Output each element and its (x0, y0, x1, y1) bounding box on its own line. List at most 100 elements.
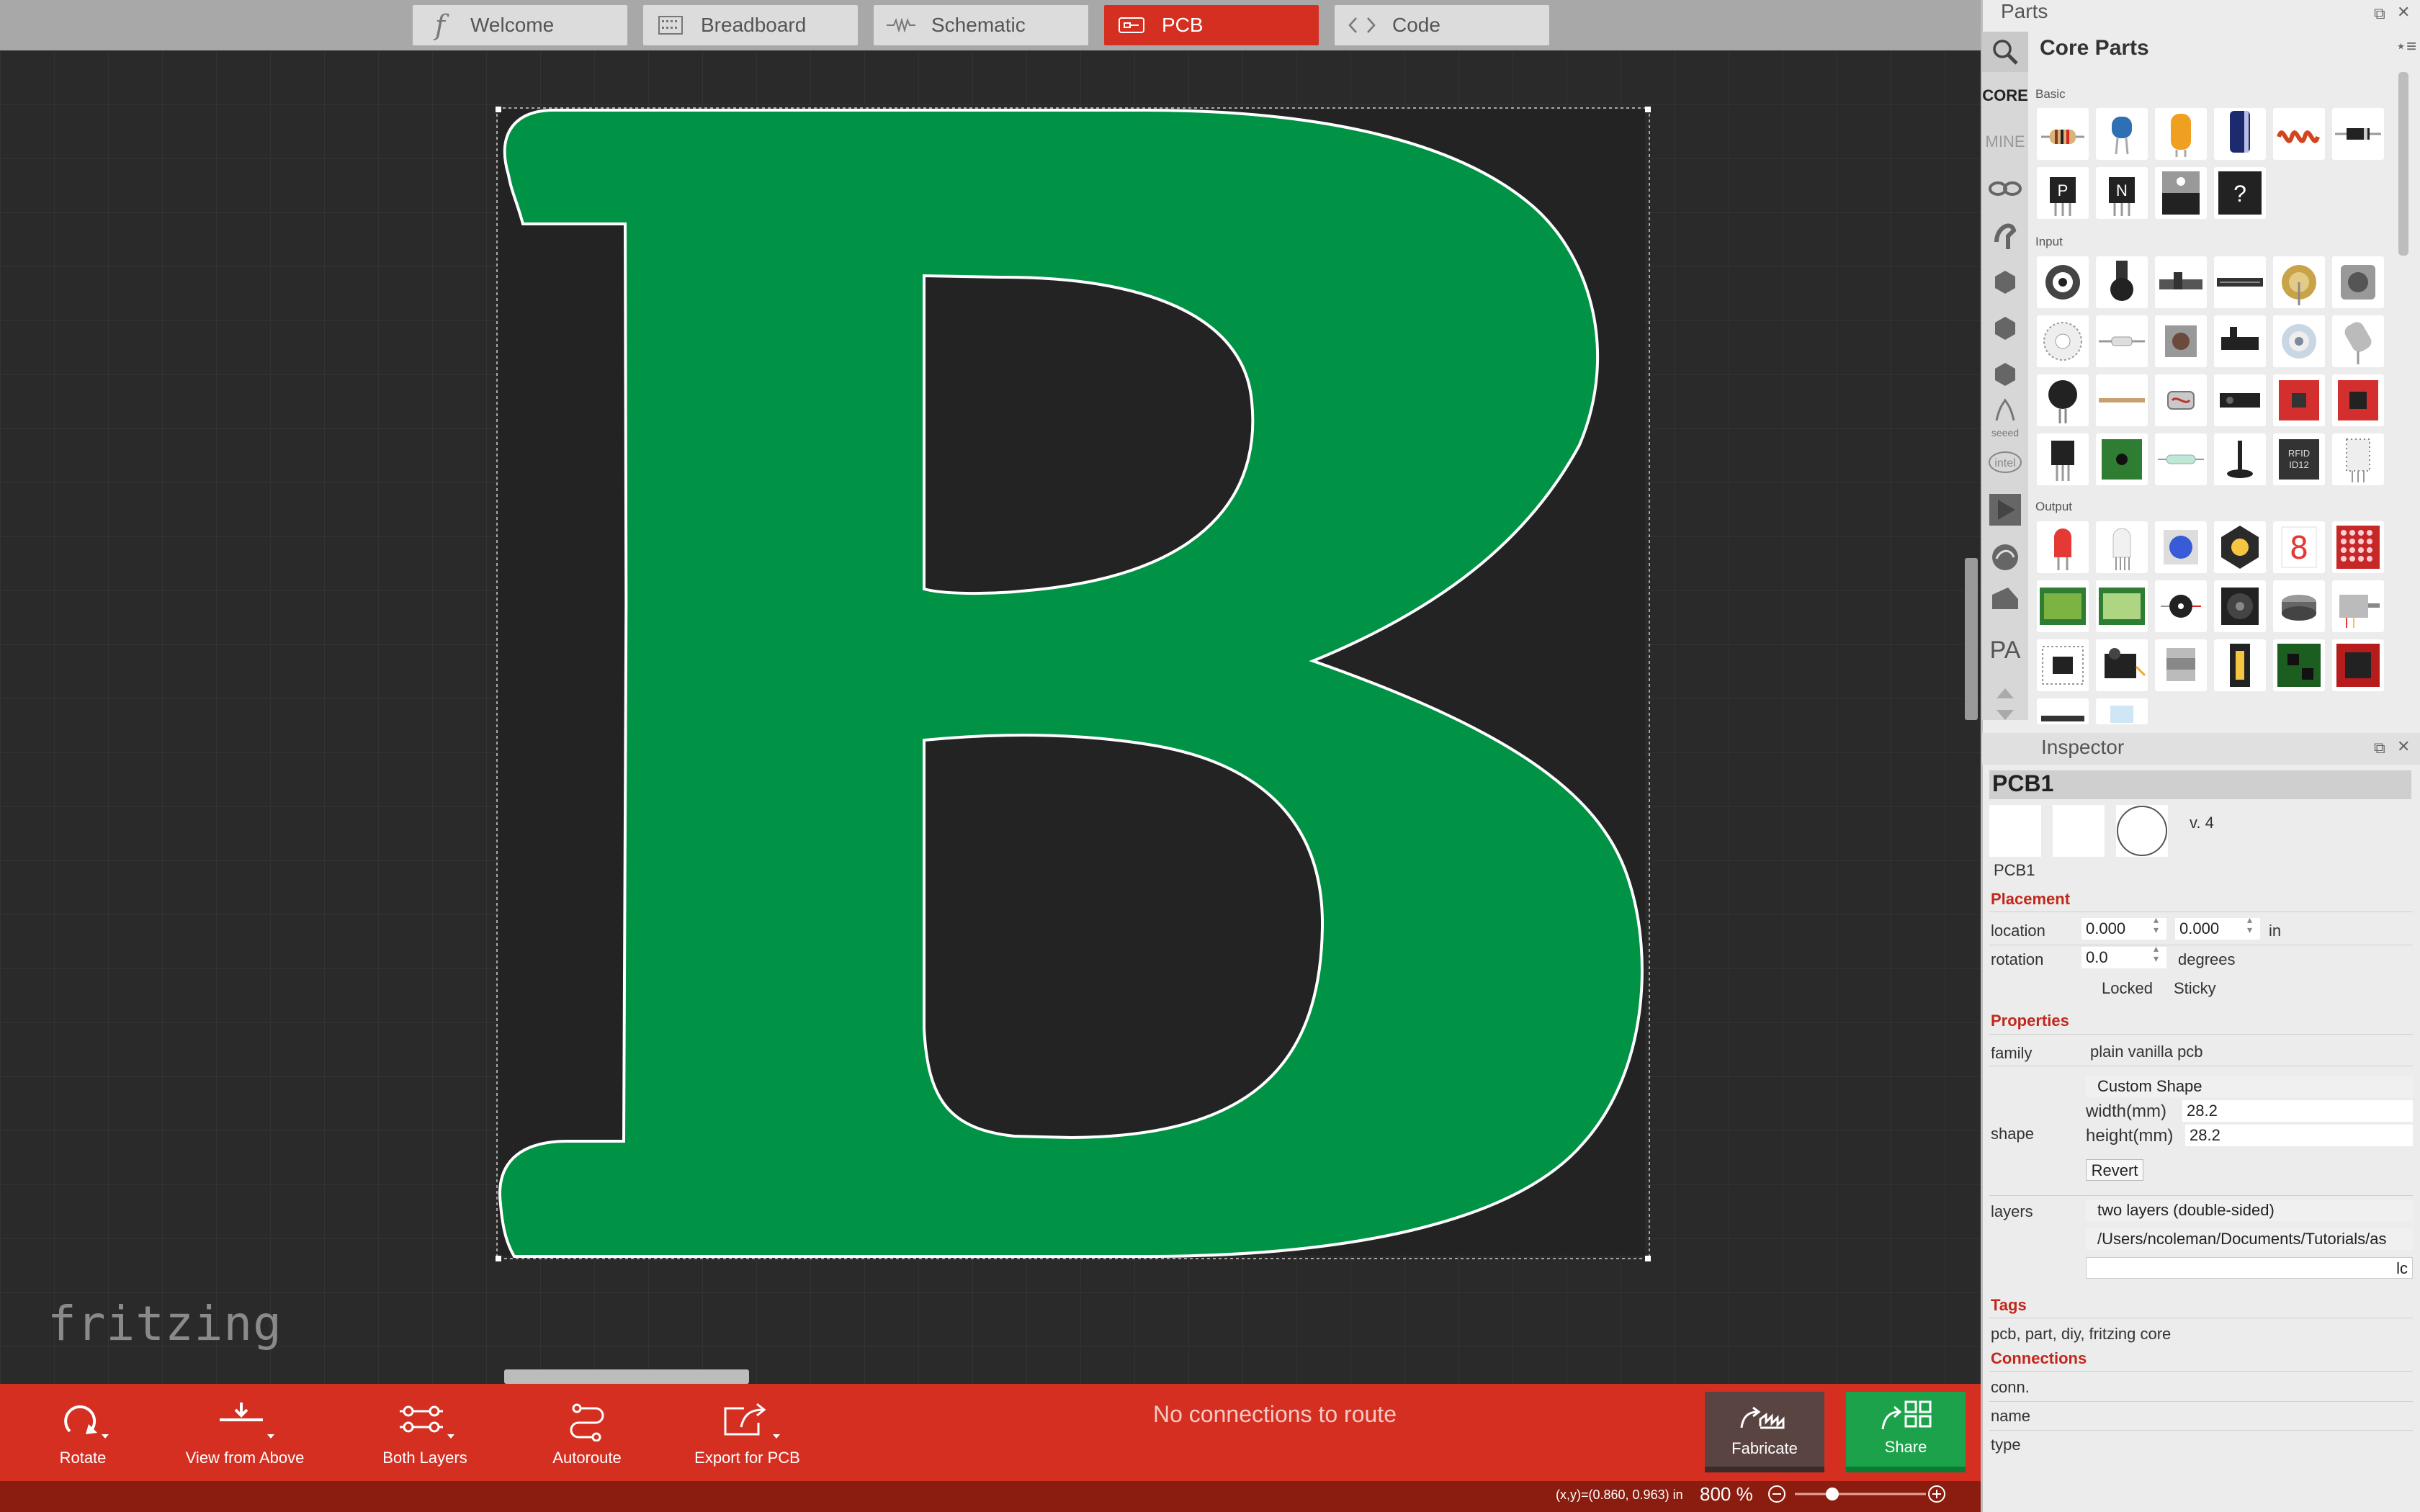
horizontal-scrollbar[interactable] (504, 1369, 749, 1384)
part-sensor-module-green[interactable] (2096, 433, 2148, 485)
part-rotary-potentiometer[interactable] (2037, 256, 2089, 308)
part-led-matrix[interactable] (2332, 521, 2384, 573)
tab-schematic[interactable]: Schematic (874, 5, 1088, 45)
bin-tab-core[interactable]: CORE (1982, 86, 2028, 105)
part-seven-segment[interactable]: 8 (2273, 521, 2325, 573)
selection-handle[interactable] (1645, 107, 1651, 112)
part-mystery-part[interactable]: ? (2214, 167, 2266, 219)
layers-select[interactable]: two layers (double-sided) (2086, 1200, 2413, 1221)
part-slide-potentiometer[interactable] (2155, 256, 2207, 308)
part-sensor-breakout-red[interactable] (2273, 374, 2325, 426)
rotate-button[interactable]: Rotate (29, 1384, 137, 1481)
part-photocell[interactable] (2155, 374, 2207, 426)
height-input[interactable]: 28.2 (2185, 1125, 2413, 1146)
selection-handle[interactable] (496, 107, 501, 112)
parts-scrollbar[interactable] (2398, 72, 2408, 256)
tab-pcb[interactable]: PCB (1104, 5, 1319, 45)
arduino-bin-icon[interactable] (1989, 181, 2022, 196)
load-image-field[interactable]: lc (2086, 1257, 2413, 1279)
selection-handle[interactable] (496, 1256, 501, 1261)
scroll-up-icon[interactable] (1996, 688, 2014, 698)
part-diode[interactable] (2332, 108, 2384, 160)
seeed-bin-icon[interactable]: seeed (1991, 398, 2019, 438)
part-power-transistor[interactable] (2155, 167, 2207, 219)
part-electrolytic-capacitor[interactable] (2214, 108, 2266, 160)
parts-search-button[interactable] (1982, 32, 2028, 72)
part-trimmer-potentiometer[interactable] (2096, 256, 2148, 308)
hex-bin-icon[interactable] (1995, 317, 2015, 340)
part-power-led[interactable] (2214, 521, 2266, 573)
part-rfid-reader[interactable]: RFID ID12 (2273, 433, 2325, 485)
part-tantalum-capacitor[interactable] (2155, 108, 2207, 160)
part-battery-holder[interactable] (2214, 639, 2266, 691)
hand-bin-icon[interactable] (1994, 223, 2017, 249)
float-panel-icon[interactable]: ⧉ (2374, 4, 2385, 23)
part-transistor-npn[interactable]: N (2096, 167, 2148, 219)
close-panel-icon[interactable]: ✕ (2397, 3, 2410, 22)
location-x-spinner[interactable]: ▴ ▾ (2154, 914, 2159, 935)
sticky-checkbox[interactable]: Sticky (2174, 979, 2216, 998)
board-file-path[interactable]: /Users/ncoleman/Documents/Tutorials/as (2086, 1228, 2413, 1250)
part-partial-row[interactable] (2096, 698, 2148, 724)
part-stepper-motor[interactable] (2155, 639, 2207, 691)
hand-tool-bin-icon[interactable] (1992, 588, 2018, 609)
part-resistor[interactable] (2037, 108, 2089, 160)
instance-name[interactable]: PCB1 (1994, 861, 2035, 880)
part-dc-motor[interactable] (2332, 580, 2384, 632)
play-bin-icon[interactable] (1989, 494, 2021, 526)
part-microphone[interactable] (2273, 315, 2325, 367)
part-flex-sensor[interactable] (2096, 374, 2148, 426)
selection-handle[interactable] (1645, 1256, 1651, 1261)
zoom-slider-handle[interactable] (1826, 1488, 1839, 1500)
bin-menu-icon[interactable]: ⋆≡ (2396, 36, 2416, 57)
part-toggle-switch[interactable] (2214, 315, 2266, 367)
part-knob[interactable] (2332, 256, 2384, 308)
tab-welcome[interactable]: f Welcome (413, 5, 627, 45)
part-blue-led-smd[interactable] (2155, 521, 2207, 573)
part-motor-shield-red[interactable] (2332, 639, 2384, 691)
rotation-spinner[interactable]: ▴ ▾ (2154, 943, 2159, 963)
part-stepper-driver[interactable] (2037, 639, 2089, 691)
part-rotary-encoder[interactable] (2273, 256, 2325, 308)
pa-bin-icon[interactable]: PA (1990, 636, 2021, 664)
hex-bin-icon[interactable] (1995, 271, 2015, 294)
vertical-scrollbar[interactable] (1965, 558, 1978, 720)
hex-bin-icon[interactable] (1995, 363, 2015, 386)
part-accelerometer-breakout[interactable] (2332, 374, 2384, 426)
bin-tab-mine[interactable]: MINE (1982, 132, 2028, 151)
part-vibration-motor[interactable] (2273, 580, 2325, 632)
part-transistor-pnp[interactable]: P (2037, 167, 2089, 219)
zoom-slider[interactable] (1766, 1483, 1953, 1505)
part-fsr-sensor[interactable] (2037, 374, 2089, 426)
part-red-led[interactable] (2037, 521, 2089, 573)
location-y-spinner[interactable]: ▴ ▾ (2247, 914, 2252, 935)
part-temperature-sensor[interactable] (2037, 433, 2089, 485)
location-unit[interactable]: in (2269, 922, 2281, 940)
part-speaker[interactable] (2214, 580, 2266, 632)
tab-code[interactable]: Code (1335, 5, 1549, 45)
part-slide-pot-long[interactable] (2214, 256, 2266, 308)
part-servo[interactable] (2096, 639, 2148, 691)
part-tilt-sensor[interactable] (2332, 315, 2384, 367)
width-input[interactable]: 28.2 (2182, 1100, 2413, 1122)
view-from-above-button[interactable]: View from Above (176, 1384, 313, 1481)
revert-button[interactable]: Revert (2086, 1159, 2143, 1181)
fabricate-button[interactable]: Fabricate (1705, 1392, 1824, 1472)
part-driver-board-green[interactable] (2273, 639, 2325, 691)
part-lcd-display-small[interactable] (2096, 580, 2148, 632)
close-panel-icon[interactable]: ✕ (2397, 737, 2410, 756)
part-piezo-buzzer[interactable] (2155, 580, 2207, 632)
snoot-bin-icon[interactable] (1992, 544, 2018, 570)
part-lcd-display[interactable] (2037, 580, 2089, 632)
part-joystick[interactable] (2214, 433, 2266, 485)
part-rotary-switch[interactable] (2037, 315, 2089, 367)
scroll-down-icon[interactable] (1996, 710, 2014, 720)
part-reed-glass[interactable] (2155, 433, 2207, 485)
autoroute-button[interactable]: Autoroute (533, 1384, 641, 1481)
part-ir-sensor[interactable] (2214, 374, 2266, 426)
both-layers-button[interactable]: Both Layers (367, 1384, 483, 1481)
part-pushbutton[interactable] (2155, 315, 2207, 367)
part-humidity-sensor[interactable] (2332, 433, 2384, 485)
shape-select[interactable]: Custom Shape (2086, 1076, 2413, 1097)
part-reed-switch[interactable] (2096, 315, 2148, 367)
